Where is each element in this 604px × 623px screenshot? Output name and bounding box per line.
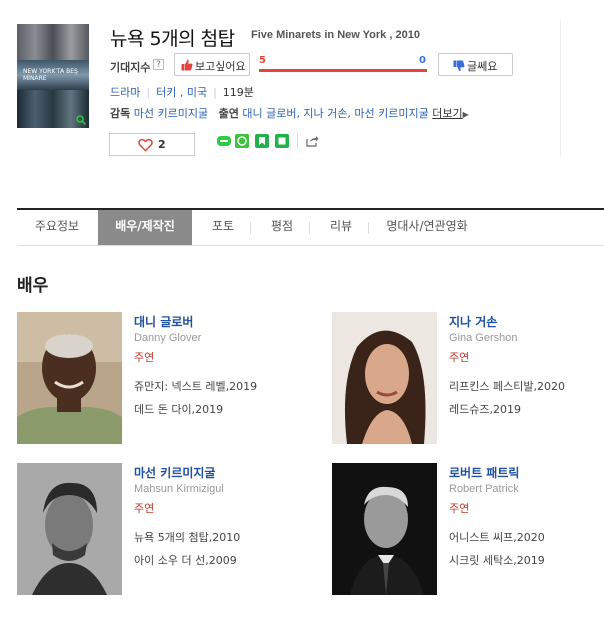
share-icon[interactable] [305,134,319,148]
actor-role: 주연 [449,502,470,515]
like-button[interactable]: 2 [109,133,195,156]
actor-role: 주연 [134,351,155,364]
actor-name[interactable]: 마선 키르미지굴 [134,464,215,481]
actor-photo[interactable] [332,312,437,444]
actor-photo-image [332,312,437,444]
tab-cast-crew[interactable]: 배우/제작진 [98,210,192,245]
genre-link[interactable]: 드라마 [110,86,140,99]
actor-photo-image [17,463,122,595]
actor-filmography-item[interactable]: 레드슈즈,2019 [449,401,521,417]
not-sure-label: 글쎄요 [467,60,498,73]
meta-separator: | [213,86,217,99]
movie-poster[interactable]: NEW YORK'TA BEŞ MİNARE [17,24,89,128]
tabs-bottom-border [17,245,604,246]
tab-review[interactable]: 리뷰 [314,210,368,245]
actor-filmography-item[interactable]: 데드 돈 다이,2019 [134,401,223,417]
actor-photo-image [17,312,122,444]
memo-share-icon[interactable] [275,134,289,148]
expectation-label: 기대지수 [110,61,151,74]
actor-photo[interactable] [17,463,122,595]
expectation-bar [259,69,427,72]
poster-title-text: NEW YORK'TA BEŞ MİNARE [23,68,78,82]
expectation-bar-fill [259,69,427,72]
want-to-see-label: 보고싶어요 [195,60,246,73]
actor-filmography-item[interactable]: 쥬만지: 넥스트 레벨,2019 [134,378,257,394]
line-share-icon[interactable] [217,134,231,148]
tab-photo[interactable]: 포토 [196,210,250,245]
meta-separator: | [146,86,151,99]
actor-role: 주연 [134,502,155,515]
share-divider [297,133,298,149]
actor-name[interactable]: 대니 글로버 [134,313,193,330]
actor-filmography-item[interactable]: 어니스트 씨프,2020 [449,529,545,545]
actor-name-english: Robert Patrick [449,483,519,495]
actor-filmography-item[interactable]: 리프킨스 페스티발,2020 [449,378,565,394]
runtime: 119분 [222,86,254,99]
movie-title-english: Five Minarets in New York , 2010 [251,29,420,41]
tab-quotes-related[interactable]: 명대사/연관영화 [372,210,482,245]
tab-rating[interactable]: 평점 [255,210,309,245]
want-count: 5 [259,55,266,66]
not-sure-button[interactable]: 글쎄요 [438,53,513,76]
bookmark-share-icon[interactable] [255,134,269,148]
thumbs-up-icon [181,59,193,71]
actor-name-english: Mahsun Kirmizigul [134,483,224,495]
more-cast-link[interactable]: 더보기 [432,107,462,120]
actor-photo[interactable] [17,312,122,444]
help-icon[interactable]: ? [153,59,164,70]
section-title-actors: 배우 [17,276,49,296]
thumbs-down-icon [453,60,465,72]
not-want-count: 0 [419,55,426,66]
chevron-right-icon: ▶ [462,110,469,119]
director-label: 감독 [110,107,131,120]
actor-name-english: Danny Glover [134,332,202,344]
tab-separator [368,222,369,234]
actor-name[interactable]: 지나 거손 [449,313,497,330]
tab-main-info[interactable]: 주요정보 [17,210,97,245]
movie-meta: 드라마 | 터키 , 미국 | 119분 [110,84,254,100]
movie-title-korean: 뉴욕 5개의 첨탑 [110,28,235,50]
actor-photo[interactable] [332,463,437,595]
want-to-see-button[interactable]: 보고싶어요 [174,53,250,76]
director-link[interactable]: 마선 키르미지굴 [134,107,208,120]
country-link[interactable]: 터키 , 미국 [156,86,207,99]
tab-separator [309,222,310,234]
tab-separator [250,222,251,234]
zoom-icon[interactable] [76,115,86,125]
actor-filmography-item[interactable]: 시크릿 세탁소,2019 [449,552,545,568]
poster-title-band: NEW YORK'TA BEŞ MİNARE [17,60,89,90]
band-share-icon[interactable] [235,134,249,148]
like-count: 2 [158,138,166,151]
actor-name-english: Gina Gershon [449,332,518,344]
cast-label: 출연 [218,107,239,120]
actor-photo-image [332,463,437,595]
actor-role: 주연 [449,351,470,364]
cast-links[interactable]: 대니 글로버, 지나 거손, 마선 키르미지굴 [242,107,428,120]
movie-credits: 감독 마선 키르미지굴 출연 대니 글로버, 지나 거손, 마선 키르미지굴 더… [110,105,469,121]
actor-filmography-item[interactable]: 뉴욕 5개의 첨탑,2010 [134,529,240,545]
heart-icon [138,138,153,152]
poster-top-cast [17,24,89,60]
actor-filmography-item[interactable]: 아이 소우 더 선,2009 [134,552,237,568]
header-right-divider [560,20,561,157]
actor-name[interactable]: 로버트 패트릭 [449,464,519,481]
